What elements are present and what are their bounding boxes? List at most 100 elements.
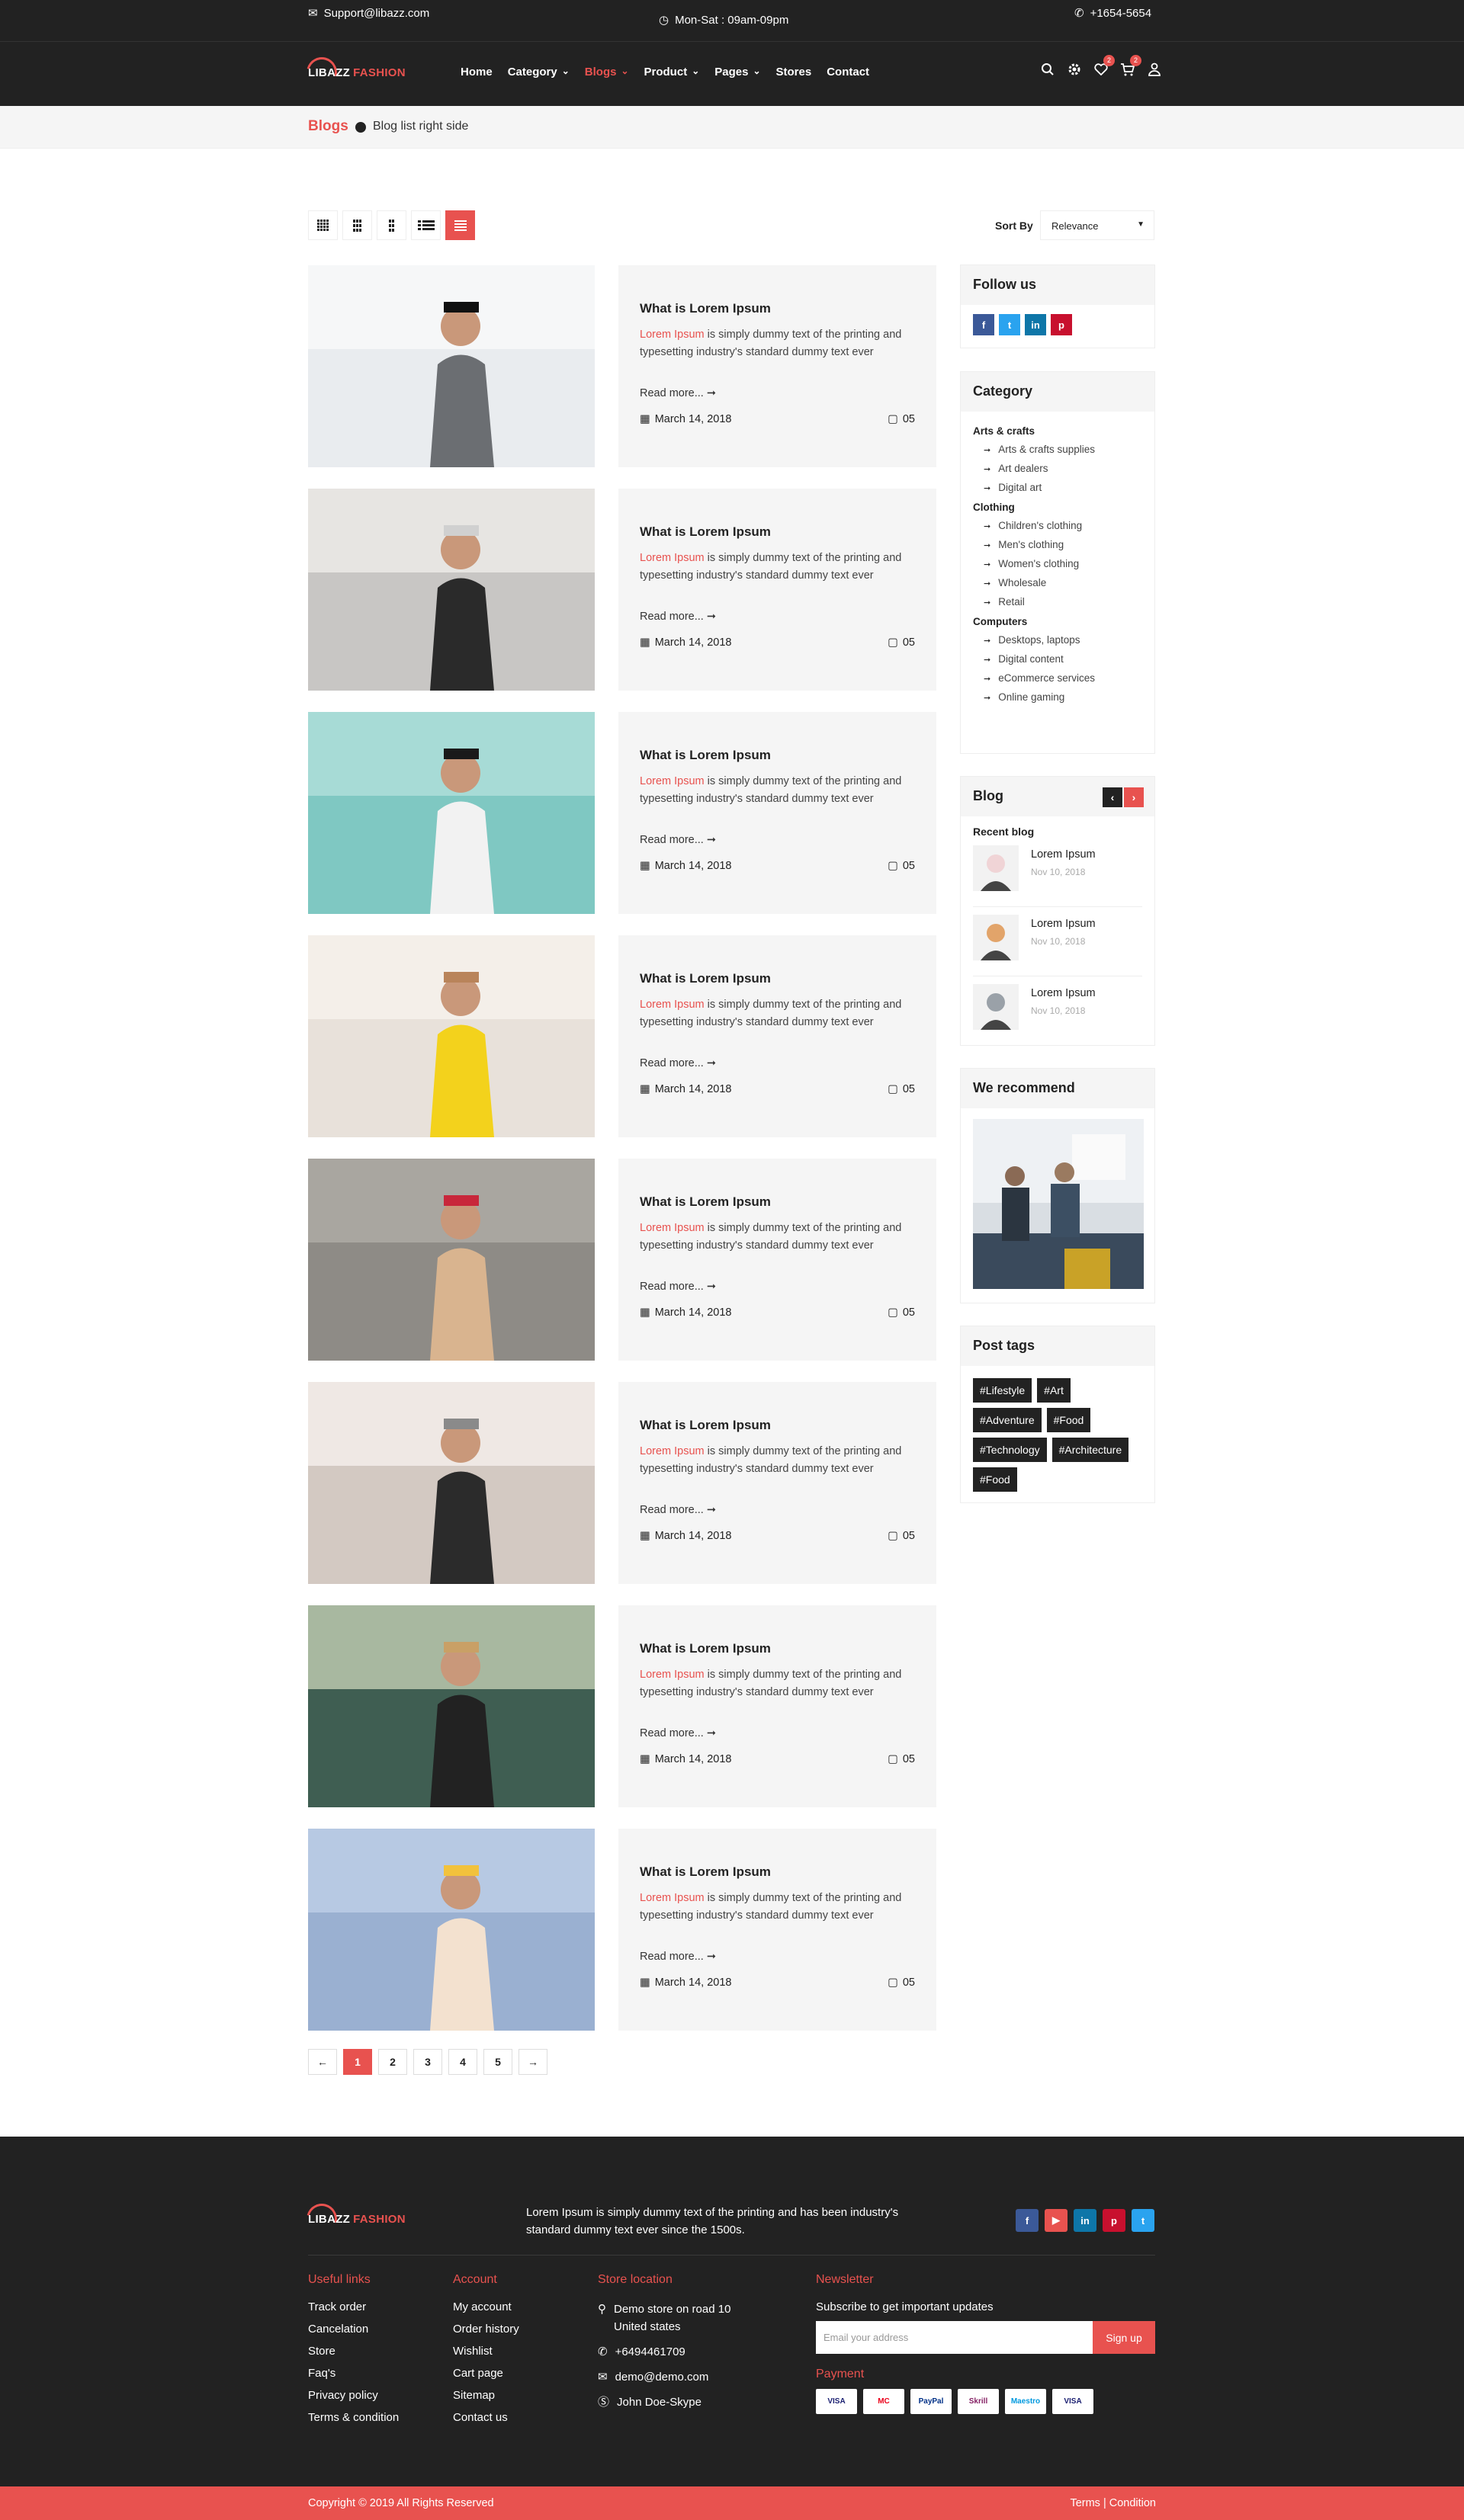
blog-post-image[interactable]	[308, 712, 595, 914]
user-account-icon[interactable]	[1147, 62, 1162, 77]
breadcrumb-blogs-link[interactable]: Blogs	[308, 118, 348, 135]
category-item[interactable]: Wholesale	[973, 573, 1142, 592]
settings-gear-icon[interactable]	[1067, 62, 1082, 77]
cart-icon[interactable]: 2	[1120, 55, 1141, 77]
footer-link[interactable]: Track order	[308, 2300, 399, 2313]
grid-2-view-icon[interactable]	[377, 210, 406, 240]
footer-link[interactable]: My account	[453, 2300, 519, 2313]
recent-blog-title[interactable]: Lorem Ipsum	[1031, 848, 1096, 861]
footer-link[interactable]: Cancelation	[308, 2323, 399, 2336]
recent-blog-thumbnail[interactable]	[973, 915, 1019, 960]
category-item[interactable]: Desktops, laptops	[973, 630, 1142, 649]
footer-link[interactable]: Order history	[453, 2323, 519, 2336]
grid-4-view-icon[interactable]	[308, 210, 338, 240]
read-more-link[interactable]: Read more... ➞	[640, 387, 716, 399]
next-page-button[interactable]: →	[518, 2049, 547, 2075]
read-more-link[interactable]: Read more... ➞	[640, 1281, 716, 1293]
post-tag[interactable]: #Food	[973, 1467, 1017, 1492]
pinterest-icon[interactable]: p	[1103, 2209, 1125, 2232]
blog-post-title[interactable]: What is Lorem Ipsum	[640, 971, 771, 986]
category-item[interactable]: Men's clothing	[973, 535, 1142, 554]
category-item[interactable]: Digital art	[973, 478, 1142, 497]
footer-link[interactable]: Contact us	[453, 2411, 519, 2424]
footer-link[interactable]: Cart page	[453, 2367, 519, 2380]
category-item[interactable]: Women's clothing	[973, 554, 1142, 573]
blog-post-comments[interactable]: ▢ 05	[888, 860, 915, 872]
menu-item-blogs[interactable]: Blogs	[585, 66, 617, 79]
newsletter-email-input[interactable]: Email your address	[816, 2321, 1093, 2354]
youtube-icon[interactable]: ▶	[1045, 2209, 1068, 2232]
chevron-right-icon[interactable]: ›	[1124, 787, 1144, 807]
footer-link[interactable]: Wishlist	[453, 2345, 519, 2358]
blog-post-image[interactable]	[308, 1605, 595, 1807]
footer-link[interactable]: Faq's	[308, 2367, 399, 2380]
read-more-link[interactable]: Read more... ➞	[640, 1504, 716, 1516]
email-info[interactable]: ✉ Support@libazz.com	[308, 6, 430, 21]
sort-select[interactable]: Relevance ▼	[1040, 210, 1154, 240]
linkedin-icon[interactable]: in	[1025, 314, 1046, 335]
footer-link[interactable]: Store	[308, 2345, 399, 2358]
post-tag[interactable]: #Technology	[973, 1438, 1047, 1462]
list-view-icon[interactable]	[411, 210, 441, 240]
category-group[interactable]: Computers	[973, 616, 1142, 627]
blog-post-title[interactable]: What is Lorem Ipsum	[640, 1641, 771, 1656]
chevron-left-icon[interactable]: ‹	[1103, 787, 1122, 807]
category-item[interactable]: eCommerce services	[973, 668, 1142, 688]
blog-post-title[interactable]: What is Lorem Ipsum	[640, 1864, 771, 1880]
category-item[interactable]: Online gaming	[973, 688, 1142, 707]
menu-item-product[interactable]: Product	[644, 66, 688, 79]
read-more-link[interactable]: Read more... ➞	[640, 611, 716, 623]
twitter-icon[interactable]: t	[999, 314, 1020, 335]
facebook-icon[interactable]: f	[973, 314, 994, 335]
recent-blog-item[interactable]: Lorem Ipsum Nov 10, 2018	[973, 907, 1142, 976]
read-more-link[interactable]: Read more... ➞	[640, 834, 716, 846]
blog-post-comments[interactable]: ▢ 05	[888, 1306, 915, 1319]
post-tag[interactable]: #Food	[1046, 1408, 1091, 1432]
twitter-icon[interactable]: t	[1132, 2209, 1154, 2232]
blog-post-comments[interactable]: ▢ 05	[888, 1753, 915, 1765]
category-item[interactable]: Retail	[973, 592, 1142, 611]
blog-post-image[interactable]	[308, 489, 595, 691]
search-icon[interactable]	[1040, 62, 1055, 77]
footer-link[interactable]: Privacy policy	[308, 2389, 399, 2402]
category-group[interactable]: Arts & crafts	[973, 425, 1142, 437]
list-detail-view-icon[interactable]	[445, 210, 475, 240]
page-button[interactable]: 1	[343, 2049, 372, 2075]
recent-blog-title[interactable]: Lorem Ipsum	[1031, 918, 1096, 930]
read-more-link[interactable]: Read more... ➞	[640, 1057, 716, 1069]
terms-condition-link[interactable]: Terms | Condition	[1070, 2497, 1156, 2509]
read-more-link[interactable]: Read more... ➞	[640, 1951, 716, 1963]
footer-link[interactable]: Sitemap	[453, 2389, 519, 2402]
recommend-image[interactable]	[973, 1119, 1144, 1289]
store-phone[interactable]: +6494461709	[615, 2343, 685, 2361]
blog-post-comments[interactable]: ▢ 05	[888, 636, 915, 649]
facebook-icon[interactable]: f	[1016, 2209, 1039, 2232]
prev-page-button[interactable]: ←	[308, 2049, 337, 2075]
pinterest-icon[interactable]: p	[1051, 314, 1072, 335]
blog-post-title[interactable]: What is Lorem Ipsum	[640, 524, 771, 540]
post-tag[interactable]: #Art	[1037, 1378, 1071, 1403]
wishlist-heart-icon[interactable]: 2	[1093, 55, 1115, 77]
page-button[interactable]: 4	[448, 2049, 477, 2075]
blog-post-image[interactable]	[308, 1159, 595, 1361]
post-tag[interactable]: #Adventure	[973, 1408, 1042, 1432]
page-button[interactable]: 2	[378, 2049, 407, 2075]
support-email[interactable]: Support@libazz.com	[324, 7, 430, 20]
menu-item-home[interactable]: Home	[461, 66, 493, 79]
site-logo[interactable]: LIBAZZ FASHION	[300, 51, 406, 94]
recent-blog-item[interactable]: Lorem Ipsum Nov 10, 2018	[973, 838, 1142, 907]
blog-post-image[interactable]	[308, 265, 595, 467]
read-more-link[interactable]: Read more... ➞	[640, 1727, 716, 1739]
blog-post-image[interactable]	[308, 1382, 595, 1584]
recent-blog-title[interactable]: Lorem Ipsum	[1031, 987, 1096, 999]
sign-up-button[interactable]: Sign up	[1093, 2321, 1155, 2354]
category-group[interactable]: Clothing	[973, 502, 1142, 513]
post-tag[interactable]: #Lifestyle	[973, 1378, 1032, 1403]
menu-item-contact[interactable]: Contact	[827, 66, 869, 79]
category-item[interactable]: Digital content	[973, 649, 1142, 668]
menu-item-stores[interactable]: Stores	[776, 66, 812, 79]
recent-blog-thumbnail[interactable]	[973, 984, 1019, 1030]
page-button[interactable]: 5	[483, 2049, 512, 2075]
store-email[interactable]: demo@demo.com	[615, 2368, 709, 2386]
category-item[interactable]: Art dealers	[973, 459, 1142, 478]
